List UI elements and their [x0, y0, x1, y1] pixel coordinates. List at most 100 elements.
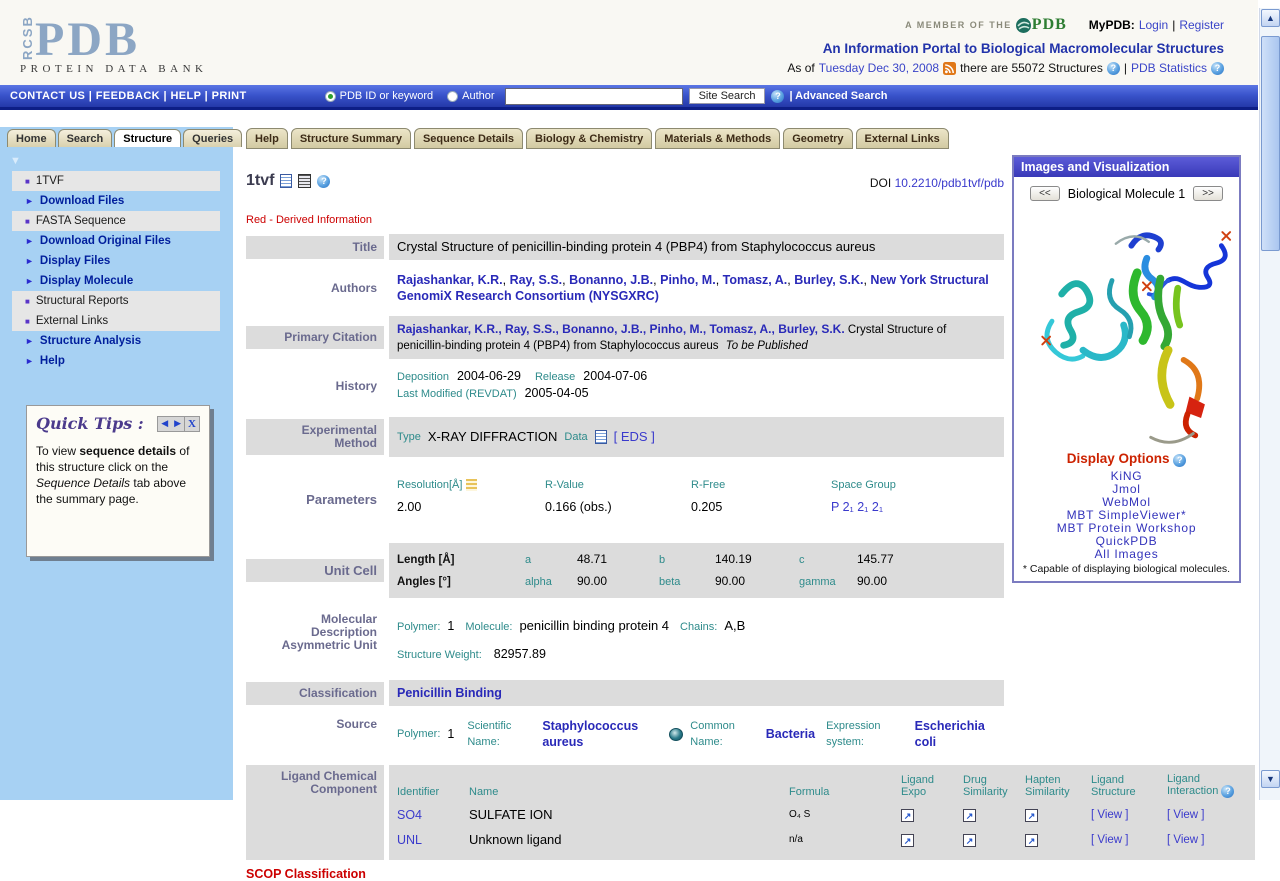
- rss-icon[interactable]: [943, 61, 957, 75]
- organism-globe-icon[interactable]: [669, 727, 684, 741]
- separator: ,: [653, 273, 657, 287]
- author-link[interactable]: Pinho, M.: [660, 273, 716, 287]
- drug-similarity-icon[interactable]: ↗: [963, 833, 976, 847]
- resolution-histogram-icon[interactable]: [466, 479, 481, 492]
- prev-molecule-button[interactable]: <<: [1030, 186, 1060, 201]
- author-link[interactable]: Bonanno, J.B.: [569, 273, 653, 287]
- col-ligand-interaction: Ligand Interaction ?: [1167, 773, 1247, 798]
- next-molecule-button[interactable]: >>: [1193, 186, 1223, 201]
- arrow-bullet-icon: ►: [25, 276, 34, 286]
- tab-help[interactable]: Help: [246, 128, 288, 149]
- classification-link[interactable]: Penicillin Binding: [397, 685, 502, 701]
- b-value: 140.19: [715, 552, 752, 566]
- feedback-link[interactable]: FEEDBACK: [96, 90, 160, 102]
- help-icon[interactable]: ?: [1211, 61, 1224, 75]
- tab-structure[interactable]: Structure: [114, 129, 182, 147]
- common-name-label: Common Name:: [690, 720, 735, 748]
- expression-system-link[interactable]: Escherichia coli: [915, 718, 996, 750]
- ligand-expo-icon[interactable]: ↗: [901, 808, 914, 822]
- ligand-id-link[interactable]: UNL: [397, 832, 469, 848]
- vertical-scrollbar[interactable]: ▲ ▼: [1259, 8, 1280, 800]
- hapten-similarity-icon[interactable]: ↗: [1025, 833, 1038, 847]
- sidebar-item-structure-analysis[interactable]: ► Structure Analysis: [12, 331, 220, 351]
- author-link[interactable]: Burley, S.K.: [794, 273, 863, 287]
- help-link[interactable]: HELP: [170, 90, 201, 102]
- title-value: Crystal Structure of penicillin-binding …: [389, 234, 1004, 260]
- wwpdb-logo-text[interactable]: PDB: [1032, 16, 1067, 34]
- site-search-button[interactable]: Site Search: [688, 88, 766, 104]
- sidebar-item-display-files[interactable]: ► Display Files: [12, 251, 220, 271]
- collapse-triangle-icon[interactable]: ▼: [10, 155, 21, 167]
- tab-biology-chemistry[interactable]: Biology & Chemistry: [526, 128, 653, 149]
- hapten-similarity-icon[interactable]: ↗: [1025, 808, 1038, 822]
- gamma-value: 90.00: [857, 574, 888, 588]
- quick-tips-prev-button[interactable]: ◀: [158, 417, 171, 430]
- help-icon[interactable]: ?: [1106, 61, 1120, 75]
- sidebar-item-external-links[interactable]: ■ External Links: [12, 311, 220, 331]
- download-file-icon[interactable]: [280, 174, 293, 188]
- help-icon[interactable]: ?: [1221, 785, 1235, 798]
- ligand-id-link[interactable]: SO4: [397, 807, 469, 823]
- contact-us-link[interactable]: CONTACT US: [10, 90, 85, 102]
- sidebar-item-label: Structure Analysis: [39, 335, 142, 347]
- tab-home[interactable]: Home: [7, 129, 56, 147]
- login-link[interactable]: Login: [1139, 18, 1168, 32]
- ligand-interaction-view-link[interactable]: [ View ]: [1167, 832, 1247, 848]
- moldesc-label-3: Asymmetric Unit: [281, 638, 377, 652]
- help-icon[interactable]: ?: [771, 89, 785, 103]
- sidebar-item-download-files[interactable]: ► Download Files: [12, 191, 220, 211]
- quick-tips-next-button[interactable]: ▶: [171, 417, 184, 430]
- separator: |: [1172, 18, 1176, 32]
- search-input[interactable]: [504, 87, 683, 105]
- data-file-icon[interactable]: [594, 430, 607, 444]
- viewer-all-images-link[interactable]: All Images: [1014, 548, 1239, 561]
- doi-link[interactable]: 10.2210/pdb1tvf/pdb: [895, 176, 1004, 190]
- ligand-structure-view-link[interactable]: [ View ]: [1091, 807, 1167, 823]
- drug-similarity-icon[interactable]: ↗: [963, 808, 976, 822]
- rcsb-pdb-logo[interactable]: RCSB PDB PROTEIN DATA BANK: [20, 12, 207, 75]
- advanced-search-link[interactable]: | Advanced Search: [789, 90, 887, 102]
- citation-authors-link[interactable]: Rajashankar, K.R., Ray, S.S., Bonanno, J…: [397, 322, 845, 336]
- sidebar-item-display-molecule[interactable]: ► Display Molecule: [12, 271, 220, 291]
- ligand-structure-view-link[interactable]: [ View ]: [1091, 832, 1167, 848]
- author-link[interactable]: Ray, S.S.: [510, 273, 563, 287]
- print-link[interactable]: PRINT: [212, 90, 247, 102]
- sidebar-item-download-original-files[interactable]: ► Download Original Files: [12, 231, 220, 251]
- sidebar-item-1tvf[interactable]: ■ 1TVF: [12, 171, 220, 191]
- report-icon[interactable]: [298, 174, 312, 188]
- classification-row: Classification Penicillin Binding: [246, 680, 1004, 706]
- sidebar-item-fasta-sequence[interactable]: ■ FASTA Sequence: [12, 211, 220, 231]
- a-value: 48.71: [577, 552, 608, 566]
- molecule-image[interactable]: [1022, 205, 1232, 447]
- pdb-statistics-link[interactable]: PDB Statistics: [1131, 61, 1207, 75]
- scrollbar-thumb[interactable]: [1261, 36, 1280, 251]
- radio-author[interactable]: [447, 90, 459, 102]
- sidebar-item-structural-reports[interactable]: ■ Structural Reports: [12, 291, 220, 311]
- square-bullet-icon: ■: [25, 316, 30, 326]
- ligand-label-2: Component: [310, 782, 377, 796]
- ligand-interaction-view-link[interactable]: [ View ]: [1167, 807, 1247, 823]
- eds-link[interactable]: [ EDS ]: [614, 429, 655, 445]
- sidebar-item-help[interactable]: ► Help: [12, 351, 220, 371]
- help-icon[interactable]: ?: [1173, 454, 1187, 467]
- tab-geometry[interactable]: Geometry: [783, 128, 853, 149]
- register-link[interactable]: Register: [1179, 18, 1224, 32]
- scroll-down-button[interactable]: ▼: [1261, 770, 1280, 788]
- angles-label: Angles [°]: [397, 576, 451, 588]
- author-link[interactable]: Tomasz, A.: [723, 273, 788, 287]
- asof-date-link[interactable]: Tuesday Dec 30, 2008: [819, 61, 939, 75]
- radio-pdb-id[interactable]: [324, 90, 336, 102]
- quick-tips-close-button[interactable]: X: [184, 416, 199, 431]
- tab-search[interactable]: Search: [57, 129, 113, 147]
- tab-structure-summary[interactable]: Structure Summary: [290, 128, 411, 149]
- ligand-expo-icon[interactable]: ↗: [901, 833, 914, 847]
- tab-sequence-details[interactable]: Sequence Details: [413, 128, 524, 149]
- tab-queries[interactable]: Queries: [183, 129, 243, 147]
- tab-external-links[interactable]: External Links: [855, 128, 949, 149]
- scientific-name-link[interactable]: Staphylococcus aureus: [542, 718, 662, 750]
- author-link[interactable]: Rajashankar, K.R.: [397, 273, 503, 287]
- tab-materials-methods[interactable]: Materials & Methods: [655, 128, 781, 149]
- help-icon[interactable]: ?: [317, 174, 331, 188]
- common-name-link[interactable]: Bacteria: [766, 726, 815, 742]
- scroll-up-button[interactable]: ▲: [1261, 9, 1280, 27]
